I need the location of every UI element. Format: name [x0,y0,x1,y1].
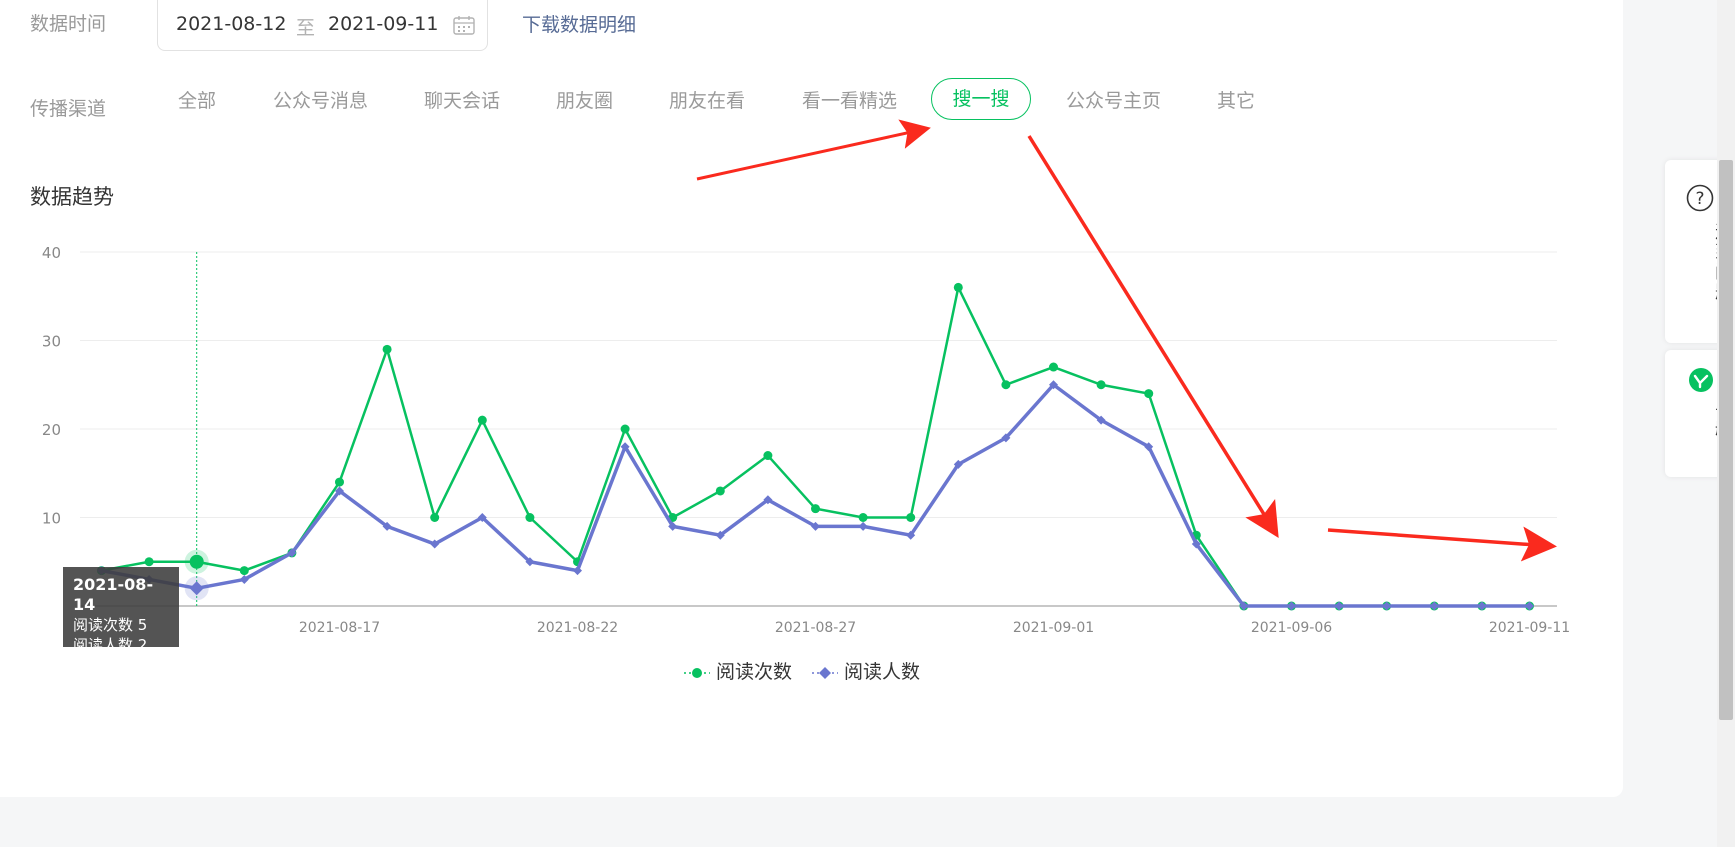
chart-grid [80,251,1557,518]
x-tick-label-1: 2021-08-22 [537,620,618,636]
x-tick-label-3: 2021-09-01 [1013,620,1094,636]
tooltip-date: 2021-08-14 [73,575,154,614]
point-0-5 [335,477,344,487]
point-0-8 [477,415,487,425]
tooltip-reads: 阅读次数 5 [73,616,148,634]
series-line-0 [101,286,1530,608]
point-0-13 [715,486,725,496]
x-tick-label-2: 2021-08-27 [775,620,856,636]
point-0-9 [525,513,535,522]
y-tick-label-10: 10 [42,510,61,528]
point-0-3 [239,566,249,576]
tooltip-readers: 阅读人数 2 [73,636,148,654]
legend-reads-icon [684,667,710,678]
x-tick-label-0: 2021-08-17 [299,620,380,636]
chart-series[interactable] [97,282,1534,611]
arrow-to-search-tab [696,119,931,181]
legend-readers-icon [812,666,838,679]
point-0-2 [189,554,204,569]
legend-item-readers[interactable]: 阅读人数 [812,657,920,684]
point-0-17 [906,513,916,522]
y-tick-label-20: 20 [42,421,61,439]
legend-item-reads[interactable]: 阅读次数 [684,657,792,684]
legend-reads-label: 阅读次数 [716,661,793,683]
x-tick-label-5: 2021-09-11 [1489,620,1570,636]
point-0-21 [1096,380,1106,390]
y-tick-label-40: 40 [42,244,61,262]
point-0-14 [763,451,773,461]
scrollbar-thumb[interactable] [1719,160,1733,720]
point-0-19 [1001,380,1011,390]
point-0-7 [430,513,440,522]
point-0-18 [953,282,963,292]
question-icon: ? [1686,184,1714,212]
chart-axes: 10 20 30 40 2021-08-17 2021-08-22 2021-08-27 20… [42,244,1570,636]
nav-logo-icon [1689,368,1713,392]
point-1-16 [858,521,868,531]
annotation-arrows [696,119,1557,562]
point-0-11 [620,424,630,434]
point-0-1 [144,557,154,567]
point-1-10 [573,566,582,576]
arrow-to-zero-values [1027,135,1279,538]
point-0-15 [811,504,820,514]
y-tick-label-30: 30 [42,333,61,351]
svg-text:?: ? [1695,189,1704,209]
chart-tooltip: 2021-08-14 阅读次数 5 阅读人数 2 [63,567,179,654]
point-0-22 [1144,389,1154,399]
series-line-1 [101,383,1530,608]
point-0-16 [858,513,868,522]
point-0-20 [1049,362,1058,372]
point-0-6 [382,344,392,354]
x-tick-label-4: 2021-09-06 [1251,620,1332,636]
arrow-along-zero-values [1327,526,1557,562]
trend-chart: 10 20 30 40 2021-08-17 2021-08-22 2021-08-27 20… [42,119,1570,636]
legend-readers-label: 阅读人数 [844,661,921,683]
